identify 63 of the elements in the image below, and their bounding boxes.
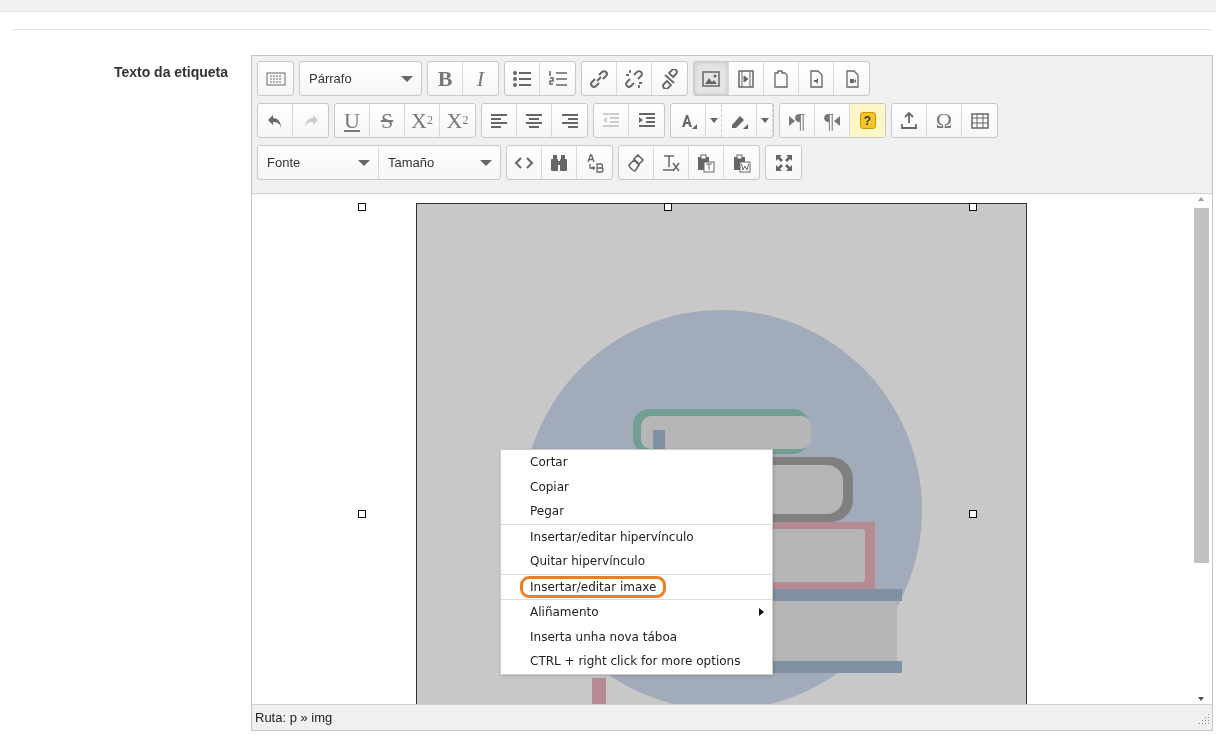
clear-format-icon — [661, 152, 681, 173]
bold-button[interactable]: B — [428, 62, 463, 95]
format-dropdown[interactable]: Tamaño — [379, 146, 500, 179]
menu-item[interactable]: Cortar — [501, 450, 772, 475]
field-label: Texto da etiqueta — [112, 63, 229, 82]
brush-icon — [626, 152, 646, 173]
paste-word-icon — [731, 152, 752, 173]
menu-item-label: CTRL + right click for more options — [530, 654, 741, 669]
table-icon — [969, 110, 990, 131]
menu-item[interactable]: CTRL + right click for more options — [501, 649, 772, 674]
link-icon — [589, 68, 609, 89]
anchor-icon — [659, 68, 680, 89]
binoculars-icon — [549, 152, 569, 173]
image-button[interactable] — [694, 62, 729, 95]
element-path: Ruta: p » img — [255, 710, 333, 725]
italic-button[interactable]: I — [463, 62, 498, 95]
resize-handle[interactable] — [358, 510, 366, 518]
triangle-left-icon — [834, 115, 840, 126]
paste-text-icon — [696, 152, 716, 173]
resize-grip-icon[interactable] — [1198, 711, 1210, 724]
menu-item-label: Quitar hipervínculo — [530, 554, 645, 569]
strike-button[interactable]: S — [370, 104, 405, 137]
menu-item[interactable]: Copiar — [501, 474, 772, 499]
menu-item[interactable]: Inserta unha nova táboa — [501, 624, 772, 649]
format-dropdown[interactable]: Párrafo — [300, 62, 421, 95]
clipboard-icon — [771, 68, 791, 89]
menu-item[interactable]: Insertar/editar imaxe — [501, 573, 772, 599]
caret-icon — [759, 117, 770, 124]
menu-item-label: Aliñamento — [530, 605, 599, 620]
sup-button[interactable]: X$^{2}$ — [440, 104, 475, 137]
scrollbar-thumb[interactable] — [1193, 208, 1209, 563]
caret-icon — [401, 75, 413, 82]
menu-item-label: Insertar/editar hipervínculo — [530, 529, 694, 544]
resize-handle[interactable] — [358, 203, 366, 211]
menu-item-label: Copiar — [530, 479, 569, 494]
caret-icon — [358, 159, 370, 166]
triangle-right-icon — [789, 115, 795, 126]
replace-icon — [584, 152, 605, 173]
menu-item-label: Insertar/editar imaxe — [520, 575, 667, 598]
format-dropdown[interactable]: Fonte — [258, 146, 379, 179]
menu-item[interactable]: Pegar — [501, 499, 772, 524]
menu-item-label: Pegar — [530, 504, 565, 519]
resize-handle[interactable] — [664, 203, 672, 211]
menu-item[interactable]: Aliñamento — [501, 599, 772, 625]
underline-button[interactable]: U — [335, 104, 370, 137]
resize-handle[interactable] — [969, 203, 977, 211]
menu-item-label: Inserta unha nova táboa — [530, 629, 678, 644]
help-button[interactable]: ? — [850, 104, 885, 137]
menu-item[interactable]: Insertar/editar hipervínculo — [501, 523, 772, 549]
resize-handle[interactable] — [969, 510, 977, 518]
image-icon — [701, 68, 721, 89]
upload-icon — [899, 110, 919, 131]
menu-item[interactable]: Quitar hipervínculo — [501, 549, 772, 574]
unlink-icon — [624, 68, 644, 89]
caret-icon — [480, 159, 492, 166]
menu-item-label: Cortar — [530, 455, 568, 470]
film-icon — [736, 68, 756, 89]
ltr-button[interactable]: ¶ — [780, 104, 815, 137]
fullscreen-icon — [773, 152, 794, 173]
numbered-list-icon — [547, 68, 568, 89]
bulleted-list-icon — [512, 68, 532, 89]
omega-button[interactable]: Ω — [927, 104, 962, 137]
caret-icon — [708, 117, 719, 124]
